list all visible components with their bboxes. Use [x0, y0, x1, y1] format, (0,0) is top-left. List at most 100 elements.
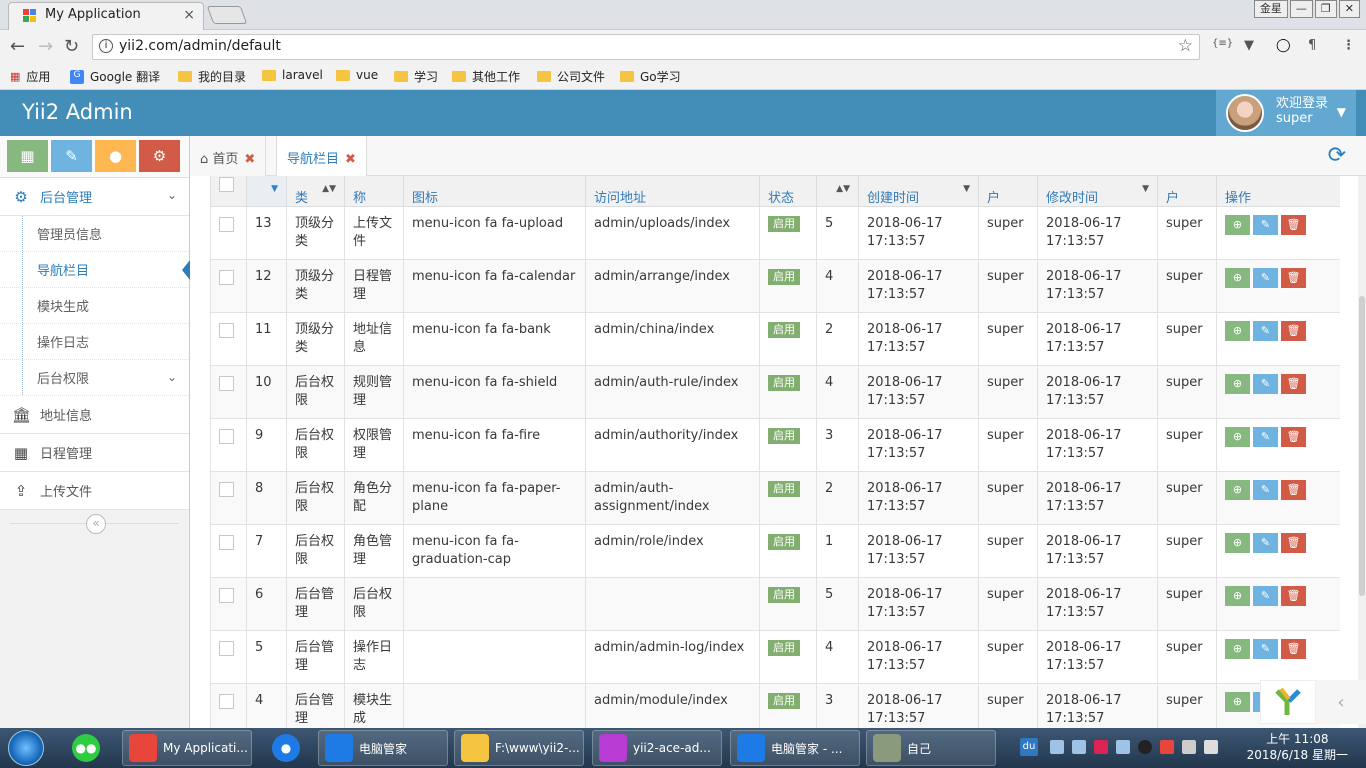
view-button[interactable]: ⊕	[1225, 268, 1250, 288]
bookmark-google-translate[interactable]: G Google 翻译	[70, 68, 160, 85]
row-checkbox[interactable]	[219, 694, 234, 709]
row-checkbox[interactable]	[219, 270, 234, 285]
delete-button[interactable]: 🗑	[1281, 215, 1306, 235]
edit-button[interactable]: ✎	[1253, 533, 1278, 553]
edit-button[interactable]: ✎	[1253, 639, 1278, 659]
paragraph-extension-icon[interactable]: ¶	[1308, 38, 1316, 53]
flag-tray-icon[interactable]	[1094, 740, 1108, 754]
system-clock[interactable]: 上午 11:08 2018/6/18 星期一	[1247, 731, 1348, 763]
maximize-button[interactable]: ❐	[1314, 0, 1337, 18]
chevron-left-icon[interactable]: ‹	[1316, 680, 1366, 724]
taskbar-button[interactable]: 自己	[866, 730, 996, 766]
app-tray-icon[interactable]	[1160, 740, 1174, 754]
signal-tray-icon[interactable]	[1182, 740, 1196, 754]
edit-button[interactable]: ✎	[1253, 586, 1278, 606]
url-header[interactable]: 访问地址	[585, 176, 760, 207]
maps-taskbar-button[interactable]: ●	[266, 730, 306, 766]
menu-icon[interactable]: ⋮	[1342, 38, 1355, 53]
taskbar-button[interactable]: yii2-ace-ad...	[592, 730, 722, 766]
view-button[interactable]: ⊕	[1225, 321, 1250, 341]
collapse-sidebar-button[interactable]: «	[86, 514, 106, 534]
row-checkbox[interactable]	[219, 482, 234, 497]
updater-header[interactable]: 户	[1157, 176, 1217, 207]
view-button[interactable]: ⊕	[1225, 533, 1250, 553]
shield-tray-icon[interactable]	[1050, 740, 1064, 754]
view-button[interactable]: ⊕	[1225, 639, 1250, 659]
bookmark-folder[interactable]: vue	[336, 68, 378, 82]
view-button[interactable]: ⊕	[1225, 215, 1250, 235]
user-shortcut-button[interactable]: ●	[95, 140, 136, 172]
sidebar-item-operation-log[interactable]: 操作日志	[0, 324, 189, 360]
ime-tray-icon[interactable]	[1116, 740, 1130, 754]
delete-button[interactable]: 🗑	[1281, 639, 1306, 659]
close-tab-icon[interactable]: ✖	[244, 152, 255, 167]
delete-button[interactable]: 🗑	[1281, 374, 1306, 394]
new-tab-button[interactable]	[206, 6, 248, 24]
view-button[interactable]: ⊕	[1225, 374, 1250, 394]
pencil-shortcut-button[interactable]: ✎	[51, 140, 92, 172]
bookmark-folder[interactable]: 公司文件	[537, 68, 605, 85]
bookmark-star-icon[interactable]: ☆	[1178, 36, 1193, 56]
back-arrow-icon[interactable]: ←	[10, 36, 25, 57]
address-bar[interactable]: i yii2.com/admin/default ☆	[92, 34, 1200, 60]
view-button[interactable]: ⊕	[1225, 427, 1250, 447]
sort-header[interactable]: ▲▼	[816, 176, 859, 207]
bookmark-folder[interactable]: 学习	[394, 68, 438, 85]
sidebar-item-schedule[interactable]: ▦ 日程管理	[0, 434, 189, 472]
profile-button[interactable]: 金星	[1253, 0, 1288, 18]
delete-button[interactable]: 🗑	[1281, 268, 1306, 288]
volume-tray-icon[interactable]	[1204, 740, 1218, 754]
id-header[interactable]: ▼	[246, 176, 287, 207]
delete-button[interactable]: 🗑	[1281, 427, 1306, 447]
start-button[interactable]	[8, 730, 44, 766]
row-checkbox[interactable]	[219, 217, 234, 232]
edit-button[interactable]: ✎	[1253, 215, 1278, 235]
view-button[interactable]: ⊕	[1225, 586, 1250, 606]
taskbar-button[interactable]: 电脑管家 - ...	[730, 730, 860, 766]
minimize-button[interactable]: —	[1289, 0, 1313, 18]
sidebar-item-nav-menu[interactable]: 导航栏目	[0, 252, 190, 288]
bookmark-folder[interactable]: 我的目录	[178, 68, 246, 85]
delete-button[interactable]: 🗑	[1281, 321, 1306, 341]
row-checkbox[interactable]	[219, 641, 234, 656]
updated-header[interactable]: 修改时间 ▼	[1037, 176, 1158, 207]
creator-header[interactable]: 户	[978, 176, 1038, 207]
baidu-tray-icon[interactable]: du	[1020, 738, 1038, 756]
sidebar-item-module-gen[interactable]: 模块生成	[0, 288, 189, 324]
sidebar-item-admin-permissions[interactable]: 后台权限 ⌄	[0, 360, 189, 396]
json-extension-icon[interactable]: {≡}	[1212, 38, 1233, 49]
site-info-icon[interactable]: i	[99, 39, 113, 53]
view-button[interactable]: ⊕	[1225, 480, 1250, 500]
select-all-header[interactable]	[210, 176, 247, 207]
taskbar-button[interactable]: F:\www\yii2-...	[454, 730, 584, 766]
calendar-shortcut-button[interactable]: ▦	[7, 140, 48, 172]
taskbar-button[interactable]: 电脑管家	[318, 730, 448, 766]
scrollbar-thumb[interactable]	[1359, 296, 1365, 596]
delete-button[interactable]: 🗑	[1281, 533, 1306, 553]
close-window-button[interactable]: ✕	[1338, 0, 1360, 18]
reload-icon[interactable]: ↻	[64, 36, 79, 57]
view-button[interactable]: ⊕	[1225, 692, 1250, 712]
tab-home[interactable]: ⌂ 首页 ✖	[190, 136, 267, 176]
sidebar-item-upload[interactable]: ⇪ 上传文件	[0, 472, 189, 510]
row-checkbox[interactable]	[219, 323, 234, 338]
browser-tab[interactable]: My Application ×	[8, 2, 204, 30]
forward-arrow-icon[interactable]: →	[38, 36, 53, 57]
taskbar-button[interactable]: My Applicati...	[122, 730, 252, 766]
created-header[interactable]: 创建时间 ▼	[858, 176, 979, 207]
name-header[interactable]: 称	[344, 176, 404, 207]
sidebar-item-admin-users[interactable]: 管理员信息	[0, 216, 189, 252]
circle-extension-icon[interactable]: ◯	[1276, 38, 1291, 53]
sidebar-item-admin[interactable]: ⚙ 后台管理 ⌄	[0, 178, 189, 216]
row-checkbox[interactable]	[219, 376, 234, 391]
close-tab-icon[interactable]: ✖	[345, 152, 356, 167]
bookmark-folder[interactable]: Go学习	[620, 68, 681, 85]
bookmark-folder[interactable]: laravel	[262, 68, 323, 82]
cogs-shortcut-button[interactable]: ⚙	[139, 140, 180, 172]
delete-button[interactable]: 🗑	[1281, 480, 1306, 500]
sidebar-item-address[interactable]: 🏛 地址信息	[0, 396, 189, 434]
delete-button[interactable]: 🗑	[1281, 586, 1306, 606]
edit-button[interactable]: ✎	[1253, 374, 1278, 394]
icon-header[interactable]: 图标	[403, 176, 586, 207]
row-checkbox[interactable]	[219, 588, 234, 603]
